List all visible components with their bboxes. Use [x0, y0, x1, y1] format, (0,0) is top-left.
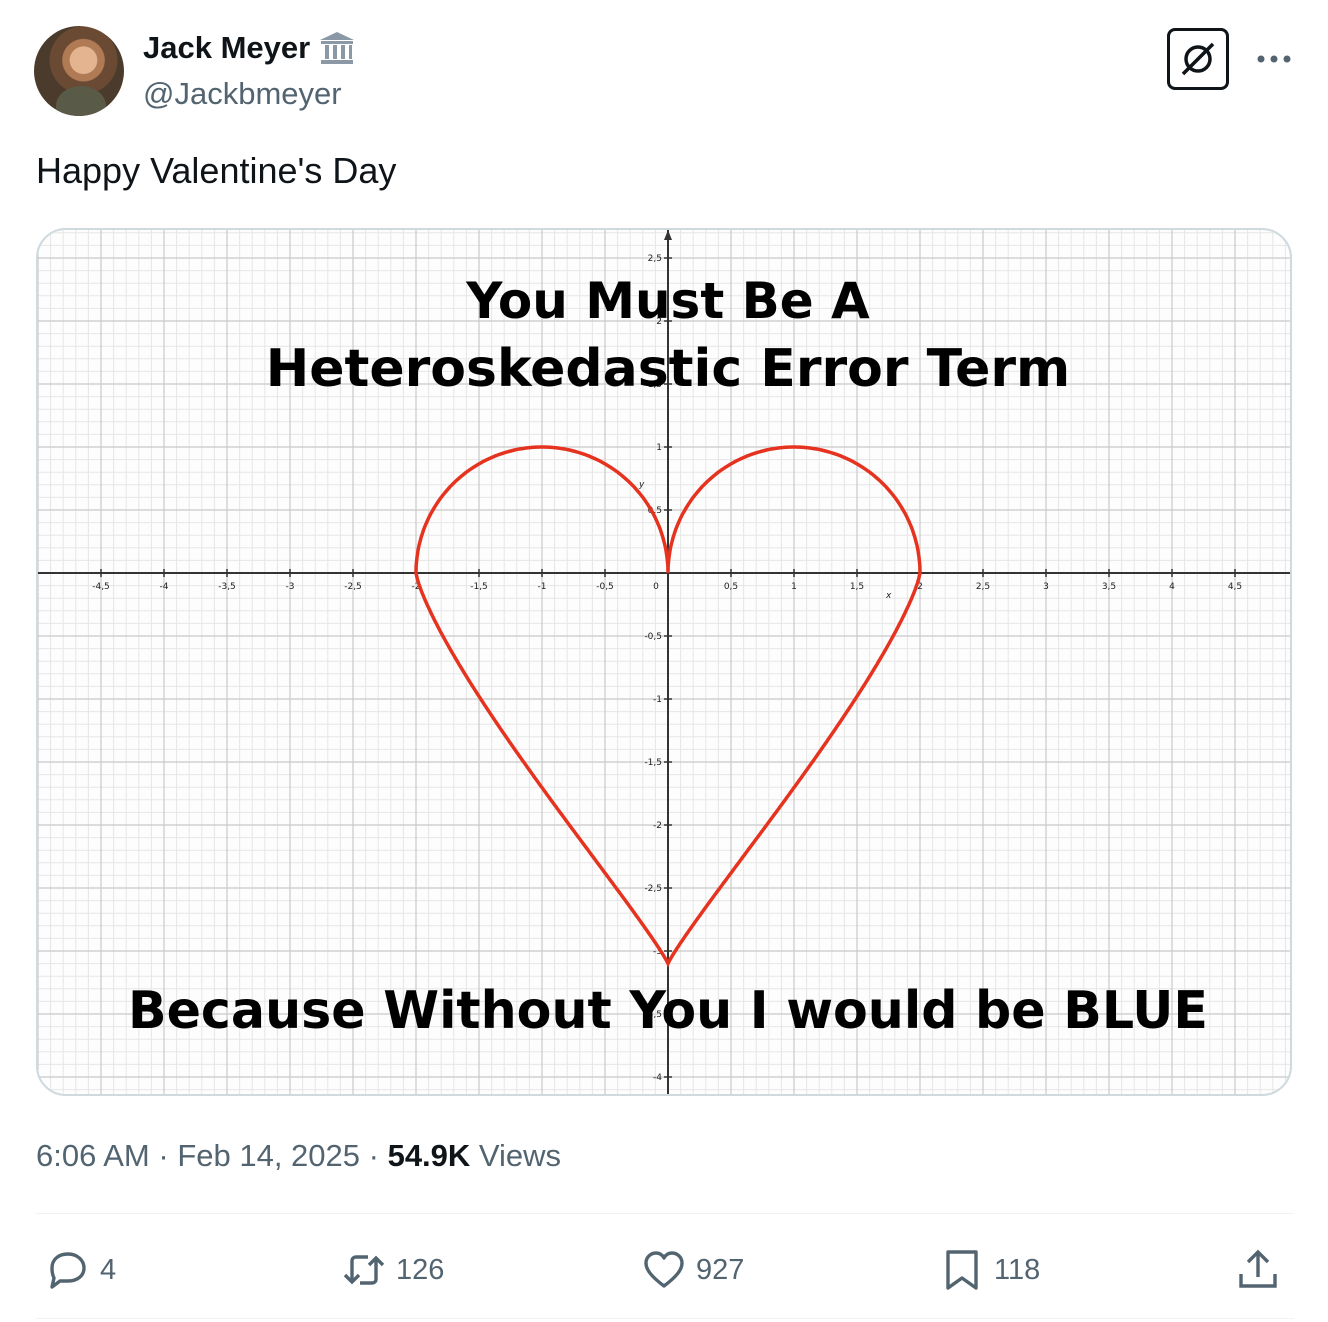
y-tick-label: -4 — [653, 1073, 662, 1083]
x-tick-label: 1 — [791, 582, 797, 592]
repost-count: 126 — [396, 1253, 445, 1286]
grok-button[interactable] — [1167, 28, 1229, 90]
tweet-image[interactable]: -4,5 -4 -3,5 -3 -2,5 -2 -1,5 -1 -0,5 0 0,5 1 1,5 2 2,5… — [36, 228, 1292, 1096]
x-tick-label: 4,5 — [1228, 582, 1242, 592]
x-tick-label: 1,5 — [850, 582, 864, 592]
tweet-text: Happy Valentine's Day — [36, 150, 397, 191]
share-button[interactable] — [1236, 1240, 1280, 1300]
x-tick-label: -3 — [286, 582, 295, 592]
meta-separator: · — [360, 1138, 388, 1173]
bookmark-count: 118 — [994, 1253, 1041, 1286]
x-axis-label: x — [885, 591, 892, 601]
author-display-name[interactable]: Jack Meyer — [143, 30, 310, 66]
grok-icon — [1181, 42, 1215, 76]
x-tick-label: 2,5 — [976, 582, 990, 592]
divider — [36, 1318, 1294, 1319]
avatar[interactable] — [34, 26, 124, 116]
graph-image: -4,5 -4 -3,5 -3 -2,5 -2 -1,5 -1 -0,5 0 0,5 1 1,5 2 2,5… — [38, 230, 1290, 1094]
x-tick-label: 3,5 — [1102, 582, 1116, 592]
y-tick-label: -1 — [653, 695, 662, 705]
y-axis-arrow — [664, 230, 672, 240]
tweet-time[interactable]: 6:06 AM — [36, 1138, 150, 1174]
x-tick-label: 4 — [1169, 582, 1175, 592]
repost-button[interactable]: 126 — [342, 1240, 444, 1300]
bookmark-icon — [946, 1250, 978, 1290]
tweet-date[interactable]: Feb 14, 2025 — [177, 1138, 360, 1174]
y-tick-label: 2,5 — [648, 254, 662, 264]
x-tick-label: -2,5 — [344, 582, 362, 592]
author-name-row: Jack Meyer — [143, 30, 356, 66]
x-tick-label: -3,5 — [218, 582, 236, 592]
y-tick-label: -2,5 — [644, 884, 662, 894]
caption-top-line2: Heteroskedastic Error Term — [266, 339, 1071, 399]
caption-top-line1: You Must Be A — [465, 272, 870, 330]
action-bar: 4 126 927 118 — [36, 1240, 1294, 1300]
x-tick-label: 0 — [653, 582, 659, 592]
x-tick-label: -1 — [538, 582, 547, 592]
bookmark-button[interactable]: 118 — [940, 1240, 1040, 1300]
divider — [36, 1213, 1294, 1214]
x-tick-label: -0,5 — [596, 582, 614, 592]
y-tick-label: -1,5 — [644, 758, 662, 768]
x-tick-label: -4 — [160, 582, 169, 592]
x-tick-label: 3 — [1043, 582, 1049, 592]
heart-icon — [644, 1251, 684, 1288]
views-label: Views — [470, 1138, 562, 1173]
views-count: 54.9K — [387, 1138, 471, 1173]
like-count: 927 — [696, 1253, 745, 1286]
x-tick-label: 0,5 — [724, 582, 738, 592]
caption-bottom: Because Without You I would be BLUE — [128, 981, 1208, 1041]
y-axis-label: y — [638, 480, 645, 490]
reply-button[interactable]: 4 — [46, 1240, 116, 1300]
like-button[interactable]: 927 — [642, 1240, 744, 1300]
x-tick-label: -4,5 — [92, 582, 110, 592]
author-handle[interactable]: @Jackbmeyer — [143, 76, 342, 112]
share-icon — [1239, 1249, 1277, 1288]
x-tick-label: -1,5 — [470, 582, 488, 592]
more-dots-icon — [1257, 55, 1291, 63]
more-options-button[interactable] — [1252, 44, 1296, 74]
y-tick-label: -2 — [653, 821, 662, 831]
y-tick-label: 1 — [656, 443, 662, 453]
y-tick-label: -0,5 — [644, 632, 662, 642]
government-building-icon[interactable] — [318, 30, 356, 66]
reply-count: 4 — [100, 1253, 117, 1286]
meta-separator: · — [149, 1138, 178, 1173]
reply-icon — [50, 1252, 86, 1289]
tweet-meta: 6:06 AM · Feb 14, 2025 · 54.9K Views — [36, 1138, 561, 1174]
repost-icon — [343, 1255, 385, 1285]
